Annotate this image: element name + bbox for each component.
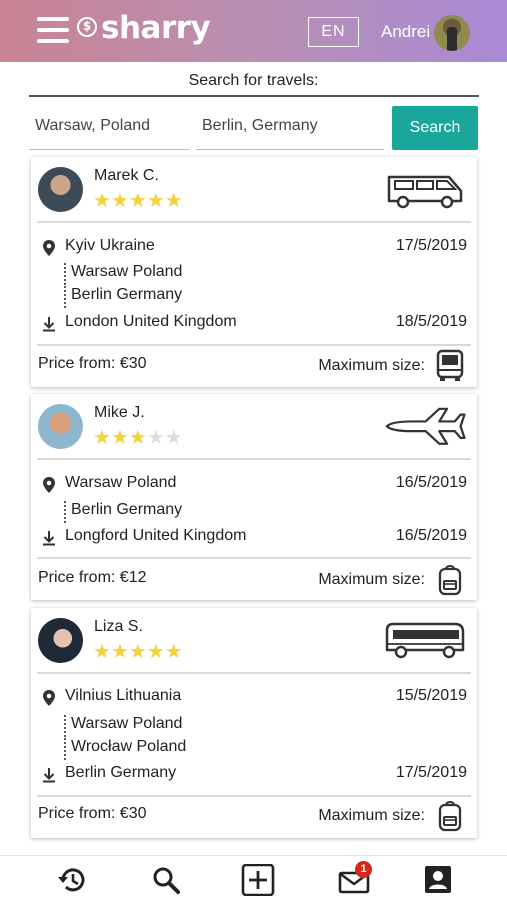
end-date: 18/5/2019 — [395, 313, 467, 330]
stop-item: Berlin Germany — [64, 286, 182, 308]
star-filled-icon: ★ — [146, 639, 165, 663]
price-label: Price from: €30 — [38, 805, 147, 822]
end-place: Berlin Germany — [65, 764, 177, 781]
star-filled-icon: ★ — [93, 425, 111, 449]
app-header: $ sharry EN Andrei — [0, 0, 507, 62]
stop-item: Berlin Germany — [64, 501, 182, 523]
search-title: Search for travels: — [188, 72, 319, 89]
star-filled-icon: ★ — [93, 639, 111, 663]
divider — [37, 344, 471, 346]
star-filled-icon: ★ — [110, 425, 129, 449]
bus-icon — [385, 622, 465, 659]
search-button[interactable]: Search — [392, 106, 478, 150]
start-place: Vilnius Lithuania — [65, 687, 182, 704]
arrival-icon — [43, 768, 55, 783]
divider — [37, 672, 471, 674]
mail-button[interactable]: 1 — [337, 861, 372, 896]
trip-card[interactable]: Marek C. ★★★★★ Kyiv Ukraine 17/5/2019 Wa… — [31, 157, 477, 387]
profile-icon[interactable] — [421, 864, 455, 896]
star-filled-icon: ★ — [164, 188, 183, 212]
search-icon[interactable] — [150, 864, 184, 896]
trip-card[interactable]: Mike J. ★★★★★ Warsaw Poland 16/5/2019 Be… — [31, 394, 477, 600]
stop-item: Warsaw Poland — [64, 263, 182, 285]
van-icon — [387, 175, 463, 209]
stop-item: Wrocław Poland — [64, 738, 186, 760]
trip-card[interactable]: Liza S. ★★★★★ Vilnius Lithuania 15/5/201… — [31, 608, 477, 838]
arrival-icon — [43, 317, 55, 332]
user-avatar[interactable] — [434, 15, 470, 51]
location-pin-icon — [43, 477, 55, 493]
divider — [37, 458, 471, 460]
star-filled-icon: ★ — [128, 639, 147, 663]
end-date: 16/5/2019 — [395, 527, 467, 544]
backpack-icon — [438, 801, 462, 832]
star-filled-icon: ★ — [110, 639, 129, 663]
star-filled-icon: ★ — [93, 188, 111, 212]
end-place: Longford United Kingdom — [65, 527, 247, 544]
from-field[interactable]: Warsaw, Poland — [29, 106, 189, 150]
rating-stars: ★★★★★ — [93, 190, 183, 210]
stop-item: Warsaw Poland — [64, 715, 182, 737]
language-button[interactable]: EN — [308, 17, 359, 47]
app-logo[interactable]: sharry — [101, 10, 211, 46]
unread-badge: 1 — [355, 861, 372, 878]
van-front-icon — [436, 349, 464, 381]
max-size-label: Maximum size: — [318, 571, 425, 588]
location-pin-icon — [43, 690, 55, 706]
history-icon[interactable] — [55, 864, 89, 896]
bottom-nav: 1 — [0, 855, 507, 900]
start-date: 16/5/2019 — [395, 474, 467, 491]
driver-avatar — [38, 167, 83, 212]
location-pin-icon — [43, 240, 55, 256]
driver-avatar — [38, 618, 83, 663]
star-filled-icon: ★ — [128, 188, 147, 212]
driver-name: Marek C. — [94, 167, 159, 184]
driver-name: Mike J. — [94, 404, 145, 421]
star-filled-icon: ★ — [146, 188, 165, 212]
backpack-icon — [438, 565, 462, 596]
star-filled-icon: ★ — [128, 425, 147, 449]
driver-name: Liza S. — [94, 618, 143, 635]
price-label: Price from: €12 — [38, 569, 147, 586]
divider — [37, 557, 471, 559]
star-filled-icon: ★ — [110, 188, 129, 212]
start-place: Warsaw Poland — [65, 474, 177, 491]
airplane-icon — [385, 407, 466, 445]
star-empty-icon: ★ — [146, 425, 165, 449]
start-date: 17/5/2019 — [395, 237, 467, 254]
star-empty-icon: ★ — [164, 425, 183, 449]
max-size-label: Maximum size: — [318, 807, 425, 824]
menu-icon[interactable] — [37, 17, 69, 43]
star-filled-icon: ★ — [164, 639, 183, 663]
arrival-icon — [43, 531, 55, 546]
to-field[interactable]: Berlin, Germany — [196, 106, 384, 150]
username[interactable]: Andrei — [381, 22, 430, 42]
rating-stars: ★★★★★ — [93, 427, 183, 447]
rating-stars: ★★★★★ — [93, 641, 183, 661]
logo-icon: $ — [77, 17, 97, 37]
search-divider — [29, 95, 479, 97]
add-icon[interactable] — [241, 864, 275, 896]
driver-avatar — [38, 404, 83, 449]
end-place: London United Kingdom — [65, 313, 237, 330]
divider — [37, 795, 471, 797]
start-date: 15/5/2019 — [395, 687, 467, 704]
price-label: Price from: €30 — [38, 355, 147, 372]
divider — [37, 221, 471, 223]
end-date: 17/5/2019 — [395, 764, 467, 781]
start-place: Kyiv Ukraine — [65, 237, 155, 254]
max-size-label: Maximum size: — [318, 357, 425, 374]
